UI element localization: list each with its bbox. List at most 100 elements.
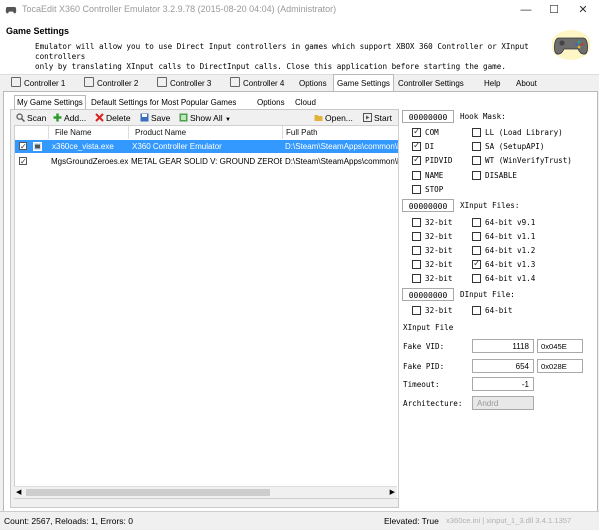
dinput-64bit-label: 64-bit [485,306,513,315]
scan-label: Scan [27,113,47,123]
xinput-64bit-v11-checkbox[interactable] [472,232,481,241]
fake-pid-input[interactable]: 654 [472,359,534,373]
hook-name-checkbox[interactable] [412,171,421,180]
tab-controller-1[interactable]: Controller 1 [11,76,65,91]
xinput-32bit-label: 32-bit [425,260,453,269]
xinput-32bit-checkbox[interactable] [412,260,421,269]
add-button[interactable]: Add... [53,111,86,125]
tab-game-settings[interactable]: Game Settings [333,74,394,92]
header-banner: Game Settings Emulator will allow you to… [0,20,599,75]
table-row[interactable]: MgsGroundZeroes.exe METAL GEAR SOLID V: … [15,155,398,168]
scrollbar-thumb[interactable] [26,489,270,496]
tab-controller-3[interactable]: Controller 3 [157,76,211,91]
horizontal-scrollbar[interactable]: ◀ ▶ [14,486,397,498]
xinput-32bit-label: 32-bit [425,218,453,227]
hook-stop-label: STOP [425,185,444,194]
hook-disable-label: DISABLE [485,171,518,180]
tab-label: Controller 1 [24,79,66,88]
hook-sa-checkbox[interactable] [472,142,481,151]
hook-com-label: COM [425,128,439,137]
hook-pidvid-label: PIDVID [425,156,453,165]
header-description-line-2: only by translating XInput calls to Dire… [35,62,506,71]
table-row[interactable]: x360ce_vista.exe X360 Controller Emulato… [15,140,398,153]
subtab-options[interactable]: Options [257,96,285,109]
column-header-product-name[interactable]: Product Name [129,126,283,139]
status-count: Count: 2567, Reloads: 1, Errors: 0 [4,516,133,526]
row-checkbox[interactable] [19,140,27,153]
tab-help[interactable]: Help [484,76,500,91]
fake-vid-input[interactable]: 1118 [472,339,534,353]
game-list: File Name Product Name Full Path x360ce_… [14,125,399,499]
file-icon [33,142,42,151]
tab-options[interactable]: Options [299,76,327,91]
minimize-button[interactable]: — [512,2,540,18]
xinput-32bit-label: 32-bit [425,246,453,255]
close-button[interactable]: ✕ [569,2,597,18]
product-name-cell: METAL GEAR SOLID V: GROUND ZEROES [131,157,282,166]
hook-com-checkbox[interactable] [412,126,421,137]
timeout-input[interactable]: -1 [472,377,534,391]
hook-wt-checkbox[interactable] [472,156,481,165]
open-button[interactable]: Open... [314,111,353,125]
hook-mask-label: Hook Mask: [460,112,506,121]
show-all-label: Show All [190,113,223,123]
tab-about[interactable]: About [516,76,537,91]
scroll-right-icon[interactable]: ▶ [390,488,395,496]
xinput-32bit-checkbox[interactable] [412,246,421,255]
tab-label: Controller Settings [398,79,464,88]
scroll-left-icon[interactable]: ◀ [16,488,21,496]
full-path-cell: D:\Steam\SteamApps\common\Me... [285,142,398,151]
row-checkbox[interactable] [19,155,27,168]
dropdown-arrow-icon: ▼ [224,117,231,123]
tab-controller-settings[interactable]: Controller Settings [398,76,464,91]
tab-controller-2[interactable]: Controller 2 [84,76,138,91]
hook-disable-checkbox[interactable] [472,171,481,180]
delete-label: Delete [106,113,131,123]
filter-grid-icon [179,113,188,122]
xinput-32bit-checkbox[interactable] [412,218,421,227]
xinput-64bit-v11-label: 64-bit v1.1 [485,232,536,241]
column-header-file-name[interactable]: File Name [49,126,129,139]
xinput-files-value: 00000000 [402,199,454,212]
xinput-32bit-checkbox[interactable] [412,232,421,241]
dinput-64bit-checkbox[interactable] [472,306,481,315]
tab-label: Controller 2 [97,79,139,88]
hook-pidvid-checkbox[interactable] [412,154,421,165]
delete-x-icon [95,113,104,122]
show-all-dropdown[interactable]: Show All ▼ [179,111,231,125]
hook-di-checkbox[interactable] [412,140,421,151]
floppy-disk-icon [140,113,149,122]
column-header-check[interactable] [15,126,49,139]
gamepad-icon [552,30,590,60]
xinput-32bit-checkbox[interactable] [412,274,421,283]
xinput-64bit-v91-checkbox[interactable] [472,218,481,227]
delete-button[interactable]: Delete [95,111,131,125]
subtab-cloud[interactable]: Cloud [295,96,316,109]
maximize-button[interactable]: ☐ [540,2,568,18]
controller-icon [230,77,240,87]
tab-label: About [516,79,537,88]
xinput-64bit-v14-checkbox[interactable] [472,274,481,283]
page-title: Game Settings [6,26,70,36]
dinput-32bit-checkbox[interactable] [412,306,421,315]
xinput-64bit-v13-checkbox[interactable] [472,258,481,269]
xinput-64bit-v12-checkbox[interactable] [472,246,481,255]
hook-mask-value: 00000000 [402,110,454,123]
column-header-full-path[interactable]: Full Path [283,126,398,139]
hook-stop-checkbox[interactable] [412,185,421,194]
controller-icon [84,77,94,87]
tab-controller-4[interactable]: Controller 4 [230,76,284,91]
fake-vid-label: Fake VID: [403,342,445,351]
hook-name-label: NAME [425,171,444,180]
xinput-64bit-v12-label: 64-bit v1.2 [485,246,536,255]
dinput-file-label: DInput File: [460,290,515,299]
save-button[interactable]: Save [140,111,170,125]
header-description-line-1: Emulator will allow you to use Direct In… [35,42,529,61]
scan-button[interactable]: Scan [16,111,46,125]
architecture-label: Architecture: [403,399,463,408]
xinput-64bit-v13-label: 64-bit v1.3 [485,260,536,269]
subtab-default-settings[interactable]: Default Settings for Most Popular Games [91,96,236,109]
start-button[interactable]: Start [363,111,392,125]
product-name-cell: X360 Controller Emulator [132,142,222,151]
hook-ll-checkbox[interactable] [472,128,481,137]
